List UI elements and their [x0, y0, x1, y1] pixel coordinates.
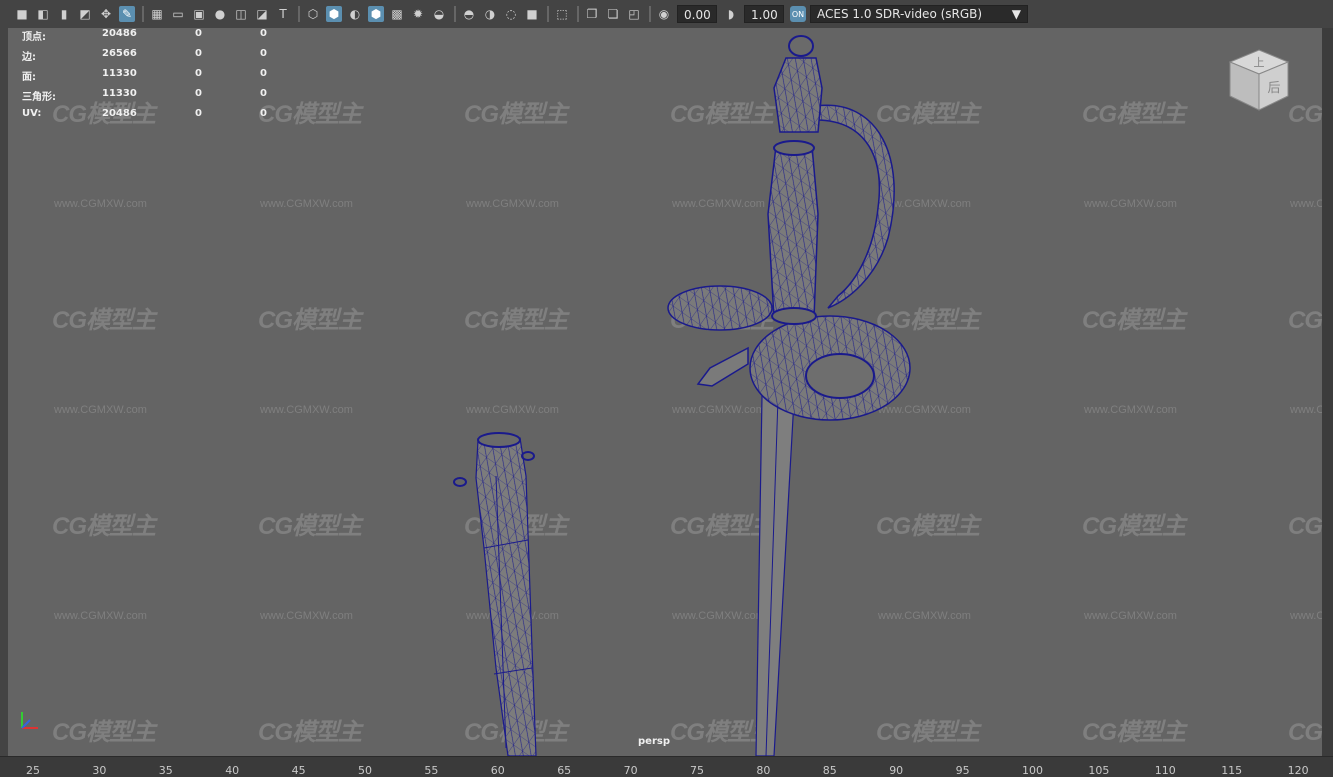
gate-mask-icon[interactable]: ●: [212, 6, 228, 22]
toolbar-divider: [142, 6, 144, 22]
toolbar-divider: [577, 6, 579, 22]
sword-model[interactable]: [8, 28, 1322, 756]
resolution-gate-icon[interactable]: ▣: [191, 6, 207, 22]
knuckle-bow-mesh[interactable]: [815, 104, 895, 309]
timeline-tick-label: 55: [424, 764, 439, 777]
hud-row-vertices: 顶点: 20486 0 0: [22, 28, 267, 43]
hud-row-uvs: UV: 20486 0 0: [22, 108, 267, 119]
timeline-tick-label: 80: [756, 764, 771, 777]
toolbar-divider: [298, 6, 300, 22]
viewport-right-border: [1322, 28, 1333, 756]
camera-icon[interactable]: ■: [14, 6, 30, 22]
exposure-field[interactable]: 0.00: [677, 5, 717, 23]
axis-gizmo-icon: [21, 712, 38, 729]
film-gate-icon[interactable]: ▭: [170, 6, 186, 22]
color-space-value: ACES 1.0 SDR-video (sRGB): [817, 7, 983, 21]
sword-grip-mesh[interactable]: [767, 140, 819, 325]
gamma-field[interactable]: 1.00: [744, 5, 784, 23]
timeline-tick-label: 90: [889, 764, 904, 777]
smooth-shade-icon[interactable]: ⬢: [326, 6, 342, 22]
wireframe-on-shaded-icon[interactable]: ⬢: [368, 6, 384, 22]
anti-alias-icon[interactable]: ◌: [503, 6, 519, 22]
scabbard-mesh[interactable]: [453, 432, 537, 756]
toolbar-divider: [649, 6, 651, 22]
gamma-icon[interactable]: ◗: [723, 6, 739, 22]
timeline-tick-label: 75: [690, 764, 704, 777]
timeline-tick-label: 95: [955, 764, 970, 777]
chevron-down-icon: ▼: [1011, 7, 1021, 21]
timeline-tick-label: 110: [1154, 764, 1176, 777]
sword-pommel-mesh[interactable]: [773, 35, 823, 133]
flat-shade-icon[interactable]: ◐: [347, 6, 363, 22]
hud-row-faces: 面: 11330 0 0: [22, 68, 267, 83]
view-cube[interactable]: 上 后: [1224, 46, 1294, 116]
shadows-icon[interactable]: ◒: [431, 6, 447, 22]
hud-row-triangles: 三角形: 11330 0 0: [22, 88, 267, 103]
view-cube-side-label[interactable]: 后: [1267, 81, 1280, 96]
timeline-tick-label: 65: [557, 764, 572, 777]
sword-blade-mesh[interactable]: [755, 395, 795, 756]
timeline-tick-label: 60: [490, 764, 505, 777]
timeline-tick-label: 50: [358, 764, 372, 777]
timeline-tick-label: 45: [291, 764, 306, 777]
ambient-occlusion-icon[interactable]: ◓: [461, 6, 477, 22]
xray-joints-icon[interactable]: ❏: [605, 6, 621, 22]
hud-row-edges: 边: 26566 0 0: [22, 48, 267, 63]
timeline-tick-label: 105: [1088, 764, 1110, 777]
timeline-tick-label: 85: [822, 764, 837, 777]
toolbar-divider: [547, 6, 549, 22]
safe-title-icon[interactable]: T: [275, 6, 291, 22]
motion-blur-icon[interactable]: ◑: [482, 6, 498, 22]
bookmark-icon[interactable]: ▮: [56, 6, 72, 22]
timeline-tick-label: 120: [1287, 764, 1309, 777]
grease-pencil-icon[interactable]: ✎: [119, 6, 135, 22]
timeline-tick-label: 25: [26, 764, 40, 777]
camera-attributes-icon[interactable]: ◧: [35, 6, 51, 22]
color-management-toggle-icon[interactable]: ON: [790, 6, 806, 22]
grid-icon[interactable]: ▦: [149, 6, 165, 22]
perspective-viewport[interactable]: CG模型主CG模型主CG模型主CG模型主CG模型主CG模型主CG模型主CG模型主…: [8, 28, 1322, 756]
depth-of-field-icon[interactable]: ■: [524, 6, 540, 22]
timeline-tick-label: 30: [92, 764, 107, 777]
exposure-icon[interactable]: ◉: [656, 6, 672, 22]
camera-name-label: persp: [638, 736, 670, 747]
2d-pan-icon[interactable]: ✥: [98, 6, 114, 22]
safe-action-icon[interactable]: ◪: [254, 6, 270, 22]
timeline-tick-label: 35: [158, 764, 173, 777]
timeline-tick-label: 40: [225, 764, 240, 777]
color-space-dropdown[interactable]: ACES 1.0 SDR-video (sRGB) ▼: [810, 5, 1028, 23]
textured-icon[interactable]: ▩: [389, 6, 405, 22]
timeline-tick-label: 100: [1022, 764, 1043, 777]
xray-icon[interactable]: ❐: [584, 6, 600, 22]
viewport-toolbar: ■ ◧ ▮ ◩ ✥ ✎ ▦ ▭ ▣ ● ◫ ◪ T ⬡ ⬢ ◐ ⬢ ▩ ✹ ◒ …: [0, 0, 1333, 28]
image-plane-icon[interactable]: ◩: [77, 6, 93, 22]
isolate-select-icon[interactable]: ⬚: [554, 6, 570, 22]
field-chart-icon[interactable]: ◫: [233, 6, 249, 22]
time-slider[interactable]: 25 30 35 40 45 50 55 60 65 70 75 80 85 90 95 100 105 110 1…: [0, 756, 1333, 777]
timeline-tick-label: 115: [1221, 764, 1243, 777]
timeline-tick-label: 70: [623, 764, 638, 777]
lights-icon[interactable]: ✹: [410, 6, 426, 22]
wireframe-icon[interactable]: ⬡: [305, 6, 321, 22]
view-cube-top-label[interactable]: 上: [1254, 56, 1265, 69]
backface-icon[interactable]: ◰: [626, 6, 642, 22]
toolbar-divider: [454, 6, 456, 22]
